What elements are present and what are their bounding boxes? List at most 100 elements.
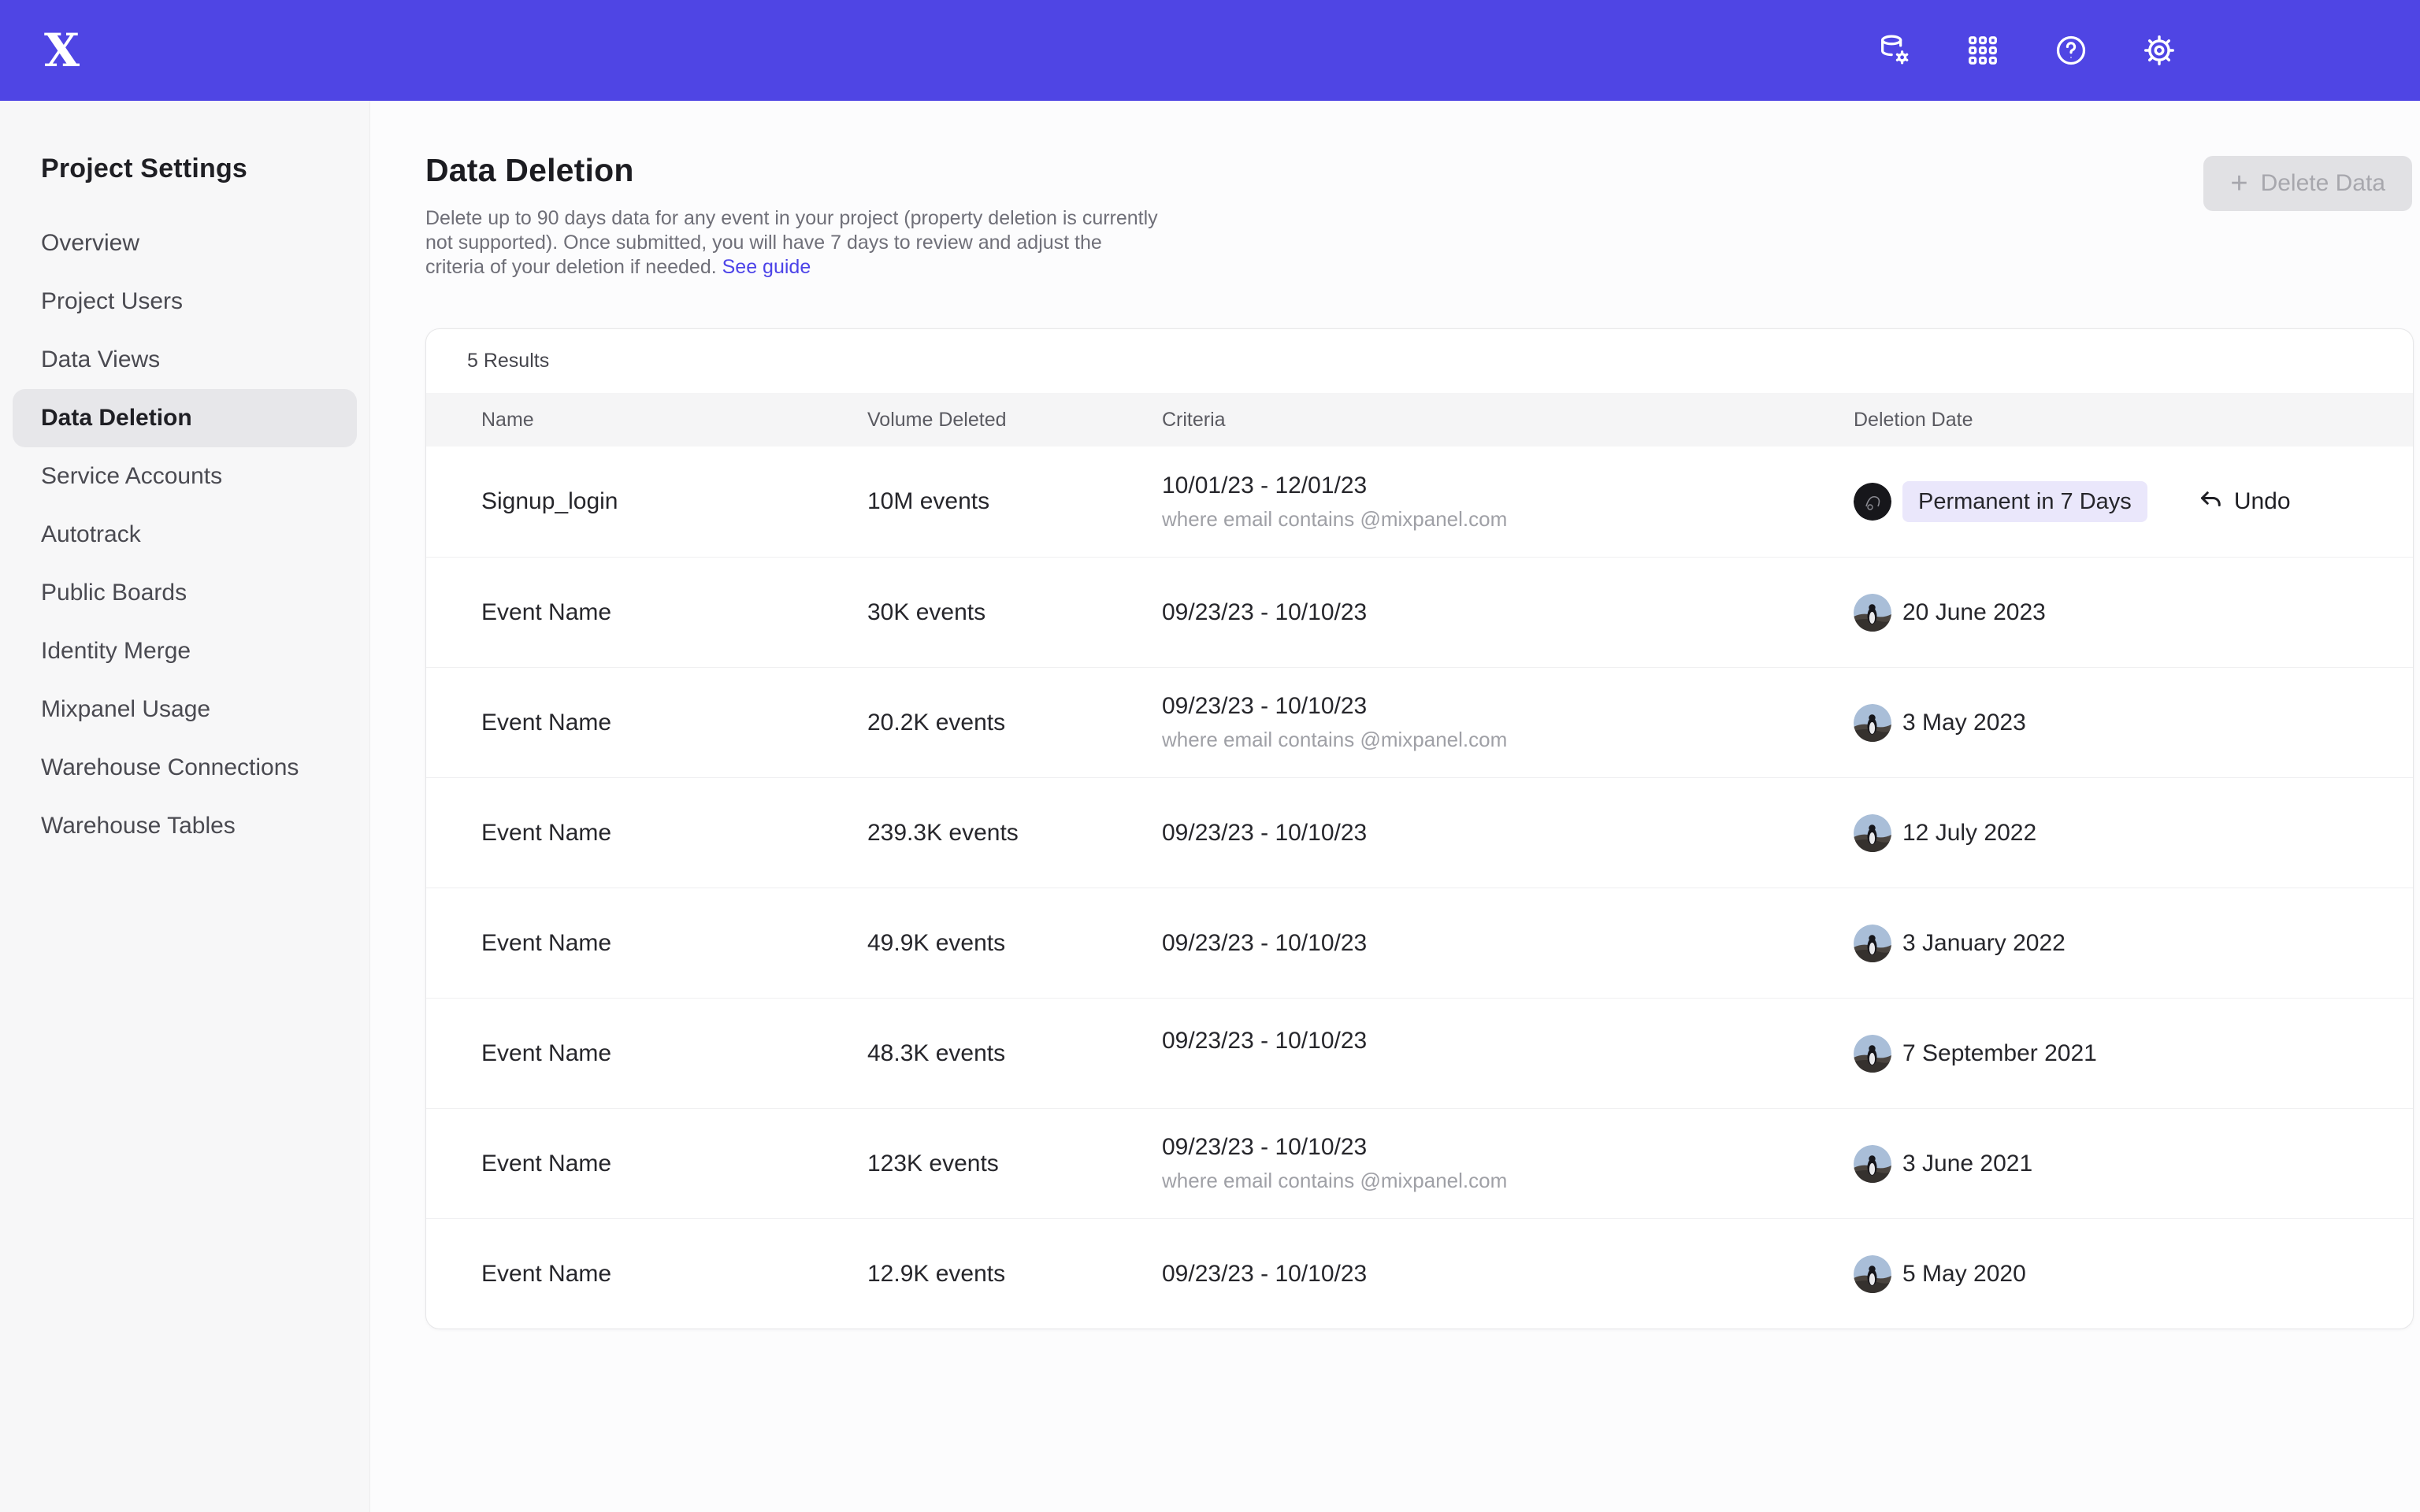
row-volume-deleted: 12.9K events [867, 1261, 1162, 1288]
row-criteria: 09/23/23 - 10/10/23 [1162, 1028, 1854, 1054]
deletion-date: 3 January 2022 [1902, 930, 2066, 957]
row-event-name: Event Name [481, 599, 867, 626]
page-description: Delete up to 90 days data for any event … [425, 206, 1162, 280]
plus-icon: + [2230, 169, 2247, 198]
sidebar-item-data-deletion[interactable]: Data Deletion [13, 389, 357, 447]
row-deletion-date-cell: 3 May 2023 [1854, 704, 2413, 742]
column-header-name: Name [481, 409, 867, 432]
row-criteria: 09/23/23 - 10/10/23 [1162, 820, 1854, 847]
table-row: Event Name 49.9K events 09/23/23 - 10/10… [426, 888, 2413, 998]
sidebar-item-label: Public Boards [41, 580, 187, 606]
sidebar-item-label: Overview [41, 230, 139, 257]
see-guide-link[interactable]: See guide [722, 256, 811, 278]
topbar-icons [1876, 32, 2177, 69]
row-criteria-range: 09/23/23 - 10/10/23 [1162, 693, 1854, 720]
deletion-date: 3 May 2023 [1902, 710, 2026, 736]
row-event-name: Event Name [481, 1261, 867, 1288]
row-criteria-range: 10/01/23 - 12/01/23 [1162, 472, 1854, 499]
table-row: Event Name 123K events 09/23/23 - 10/10/… [426, 1108, 2413, 1218]
penguin-avatar [1854, 814, 1891, 852]
deletion-date: 5 May 2020 [1902, 1261, 2026, 1288]
penguin-avatar [1854, 594, 1891, 632]
sidebar-item-label: Warehouse Connections [41, 754, 299, 781]
row-deletion-date-cell: 3 June 2021 [1854, 1145, 2413, 1183]
sidebar-nav-list: Overview Project Users Data Views Data D… [0, 214, 369, 855]
sidebar-item-label: Project Users [41, 288, 183, 315]
sidebar-item-warehouse-connections[interactable]: Warehouse Connections [13, 739, 357, 797]
sidebar-item-label: Warehouse Tables [41, 813, 236, 839]
apps-grid-icon[interactable] [1965, 32, 2001, 69]
column-header-criteria: Criteria [1162, 409, 1854, 432]
table-row: Event Name 239.3K events 09/23/23 - 10/1… [426, 777, 2413, 888]
deletion-date: 3 June 2021 [1902, 1151, 2032, 1177]
row-criteria: 09/23/23 - 10/10/23 where email contains… [1162, 1134, 1854, 1193]
undo-label: Undo [2234, 488, 2291, 515]
delete-data-button-label: Delete Data [2261, 170, 2385, 197]
sidebar-item-autotrack[interactable]: Autotrack [13, 506, 357, 564]
row-deletion-date-cell: 12 July 2022 [1854, 814, 2413, 852]
row-event-name: Event Name [481, 1040, 867, 1067]
table-row: Event Name 12.9K events 09/23/23 - 10/10… [426, 1218, 2413, 1329]
settings-icon[interactable] [2141, 32, 2177, 69]
table-header-row: Name Volume Deleted Criteria Deletion Da… [426, 393, 2413, 447]
deletion-results-card: 5 Results Name Volume Deleted Criteria D… [425, 328, 2414, 1329]
row-criteria-subtext: where email contains @mixpanel.com [1162, 1169, 1854, 1193]
help-icon[interactable] [2053, 32, 2089, 69]
row-volume-deleted: 49.9K events [867, 930, 1162, 957]
row-criteria-subtext: where email contains @mixpanel.com [1162, 507, 1854, 532]
sidebar-item-project-users[interactable]: Project Users [13, 272, 357, 331]
topbar: X [0, 0, 2420, 101]
row-criteria: 09/23/23 - 10/10/23 where email contains… [1162, 693, 1854, 752]
row-deletion-date-cell: 20 June 2023 [1854, 594, 2413, 632]
row-volume-deleted: 30K events [867, 599, 1162, 626]
row-criteria-range: 09/23/23 - 10/10/23 [1162, 930, 1854, 957]
results-count: 5 Results [426, 329, 2413, 393]
row-volume-deleted: 239.3K events [867, 820, 1162, 847]
row-volume-deleted: 48.3K events [867, 1040, 1162, 1067]
row-volume-deleted: 20.2K events [867, 710, 1162, 736]
column-header-volume-deleted: Volume Deleted [867, 409, 1162, 432]
sidebar-item-mixpanel-usage[interactable]: Mixpanel Usage [13, 680, 357, 739]
sidebar-title: Project Settings [0, 151, 369, 186]
data-settings-icon[interactable] [1876, 32, 1913, 69]
sidebar-item-service-accounts[interactable]: Service Accounts [13, 447, 357, 506]
sidebar-item-identity-merge[interactable]: Identity Merge [13, 622, 357, 680]
sidebar-item-label: Mixpanel Usage [41, 696, 210, 723]
penguin-avatar [1854, 1255, 1891, 1293]
row-criteria: 09/23/23 - 10/10/23 [1162, 599, 1854, 626]
status-badge: Permanent in 7 Days [1902, 481, 2147, 522]
row-deletion-date-cell: 5 May 2020 [1854, 1255, 2413, 1293]
penguin-avatar [1854, 1145, 1891, 1183]
sidebar-item-label: Autotrack [41, 521, 141, 548]
mixpanel-logo[interactable]: X [44, 28, 80, 73]
row-event-name: Event Name [481, 930, 867, 957]
sidebar-item-public-boards[interactable]: Public Boards [13, 564, 357, 622]
sidebar-item-label: Data Views [41, 346, 160, 373]
row-criteria-subtext: where email contains @mixpanel.com [1162, 728, 1854, 752]
row-deletion-date-cell: Permanent in 7 Days Undo [1854, 481, 2413, 522]
sidebar-item-warehouse-tables[interactable]: Warehouse Tables [13, 797, 357, 855]
row-event-name: Signup_login [481, 488, 867, 515]
table-row: Event Name 20.2K events 09/23/23 - 10/10… [426, 667, 2413, 777]
deletion-date: 20 June 2023 [1902, 599, 2046, 626]
row-criteria: 09/23/23 - 10/10/23 [1162, 1261, 1854, 1288]
sidebar-item-data-views[interactable]: Data Views [13, 331, 357, 389]
column-header-deletion-date: Deletion Date [1854, 409, 2413, 432]
undo-button[interactable]: Undo [2196, 487, 2291, 516]
row-deletion-date-cell: 7 September 2021 [1854, 1035, 2413, 1073]
row-criteria-range: 09/23/23 - 10/10/23 [1162, 1134, 1854, 1161]
sidebar-item-label: Service Accounts [41, 463, 222, 490]
page-title: Data Deletion [425, 151, 2414, 189]
user-avatar [1854, 483, 1891, 521]
table-row: Signup_login 10M events 10/01/23 - 12/01… [426, 447, 2413, 557]
row-event-name: Event Name [481, 820, 867, 847]
row-deletion-date-cell: 3 January 2022 [1854, 925, 2413, 962]
row-volume-deleted: 10M events [867, 488, 1162, 515]
undo-icon [2196, 487, 2225, 516]
sidebar-item-overview[interactable]: Overview [13, 214, 357, 272]
delete-data-button[interactable]: + Delete Data [2203, 156, 2412, 211]
table-row: Event Name 30K events 09/23/23 - 10/10/2… [426, 557, 2413, 667]
row-criteria-range: 09/23/23 - 10/10/23 [1162, 1261, 1854, 1288]
sidebar-item-label: Data Deletion [41, 405, 192, 432]
row-event-name: Event Name [481, 710, 867, 736]
